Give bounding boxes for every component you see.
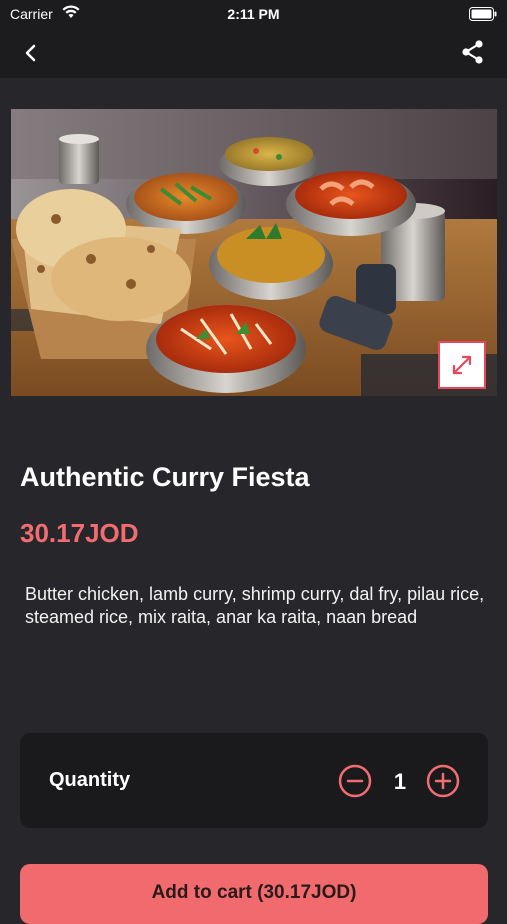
back-button[interactable] <box>18 40 44 66</box>
share-button[interactable] <box>459 38 487 66</box>
quantity-card: Quantity 1 <box>20 733 488 828</box>
product-description: Butter chicken, lamb curry, shrimp curry… <box>25 584 485 627</box>
share-icon <box>462 40 483 64</box>
expand-arrows-icon <box>452 355 472 375</box>
battery-icon <box>469 7 497 26</box>
add-to-cart-button[interactable]: Add to cart (30.17JOD) <box>20 864 488 924</box>
navigation-bar <box>0 28 507 78</box>
minus-circle-icon <box>338 764 372 798</box>
product-price: 30.17JOD <box>20 518 139 548</box>
quantity-value: 1 <box>393 769 407 794</box>
chevron-left-icon <box>25 44 36 62</box>
food-image <box>11 109 497 396</box>
quantity-increase-button[interactable] <box>426 764 460 798</box>
status-time: 2:11 PM <box>227 6 280 22</box>
quantity-label: Quantity <box>49 769 131 791</box>
quantity-decrease-button[interactable] <box>338 764 372 798</box>
plus-circle-icon <box>426 764 460 798</box>
product-image[interactable] <box>11 109 497 396</box>
product-title: Authentic Curry Fiesta <box>20 462 310 492</box>
status-bar: Carrier 2:11 PM <box>0 0 507 28</box>
expand-image-button[interactable] <box>438 341 486 389</box>
